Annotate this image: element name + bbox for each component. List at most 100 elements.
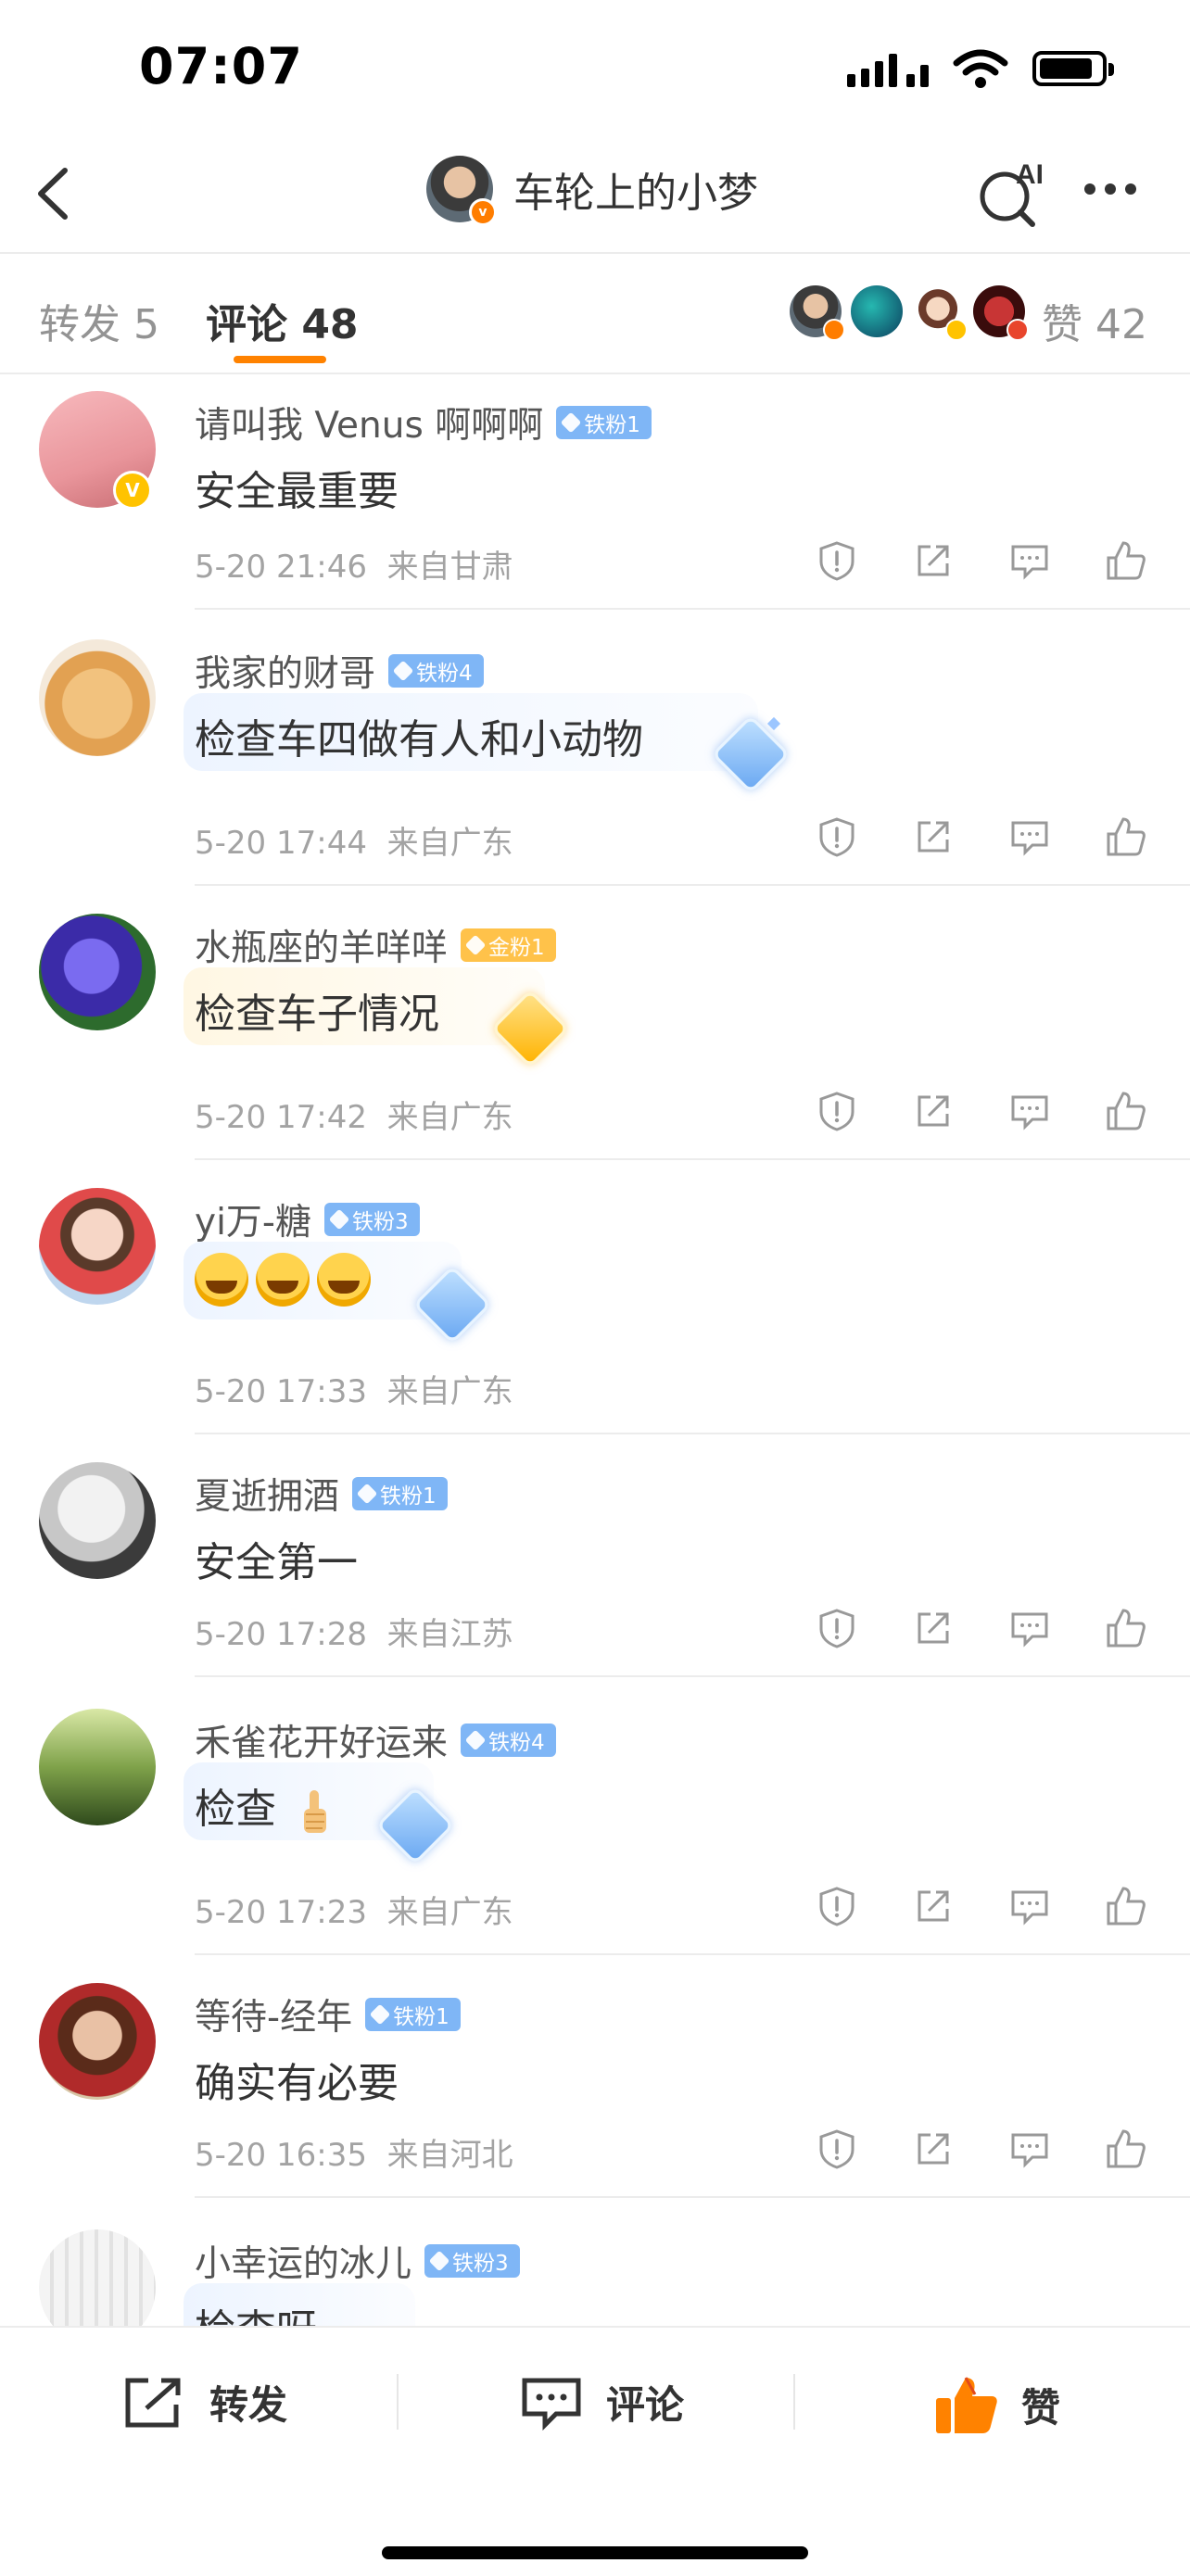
repost-icon: [125, 2378, 181, 2427]
share-icon[interactable]: [912, 815, 955, 858]
reply-icon[interactable]: [1008, 1607, 1051, 1649]
comment-time: 5-20 17:23: [195, 1894, 367, 1931]
separator: [793, 2374, 795, 2430]
comment-username[interactable]: 请叫我 Venus 啊啊啊: [195, 397, 543, 448]
report-icon[interactable]: [816, 1090, 858, 1132]
comment-username[interactable]: 等待-经年: [195, 1989, 352, 2040]
laughing-tears-icon: [256, 1253, 310, 1307]
comment-text: 检查车子情况: [195, 991, 439, 1038]
bottom-action-bar: 转发 评论 赞: [0, 2326, 1190, 2576]
avatar[interactable]: [39, 1462, 156, 1579]
fan-badge: 铁粉1: [352, 1477, 448, 1510]
ai-search-icon[interactable]: AI: [975, 156, 1049, 230]
share-icon[interactable]: [912, 2128, 955, 2170]
diamond-icon: [392, 660, 414, 682]
liker-avatar: [973, 285, 1029, 341]
comment-username[interactable]: 小幸运的冰儿: [195, 2235, 411, 2287]
cellular-signal-icon: [847, 50, 929, 87]
divider: [195, 1675, 1190, 1677]
back-icon[interactable]: [28, 161, 83, 226]
comment-button[interactable]: 评论: [519, 2374, 684, 2431]
fan-badge-label: 铁粉3: [452, 2252, 509, 2276]
laughing-tears-icon: [195, 1253, 248, 1307]
like-icon[interactable]: [1105, 1090, 1147, 1132]
reply-icon[interactable]: [1008, 539, 1051, 582]
comment-username[interactable]: 禾雀花开好运来: [195, 1714, 448, 1766]
fan-badge-label: 铁粉4: [488, 1731, 545, 1755]
report-icon[interactable]: [816, 2128, 858, 2170]
liker-avatars[interactable]: [790, 285, 1029, 341]
reply-icon[interactable]: [1008, 1885, 1051, 1927]
home-indicator: [382, 2546, 808, 2559]
fan-badge: 金粉1: [461, 928, 556, 962]
report-icon[interactable]: [816, 1607, 858, 1649]
share-icon[interactable]: [912, 1885, 955, 1927]
comment-text: 安全第一: [195, 1539, 358, 1586]
separator: [397, 2374, 399, 2430]
ai-label: AI: [1016, 159, 1044, 190]
like-icon[interactable]: [1105, 1607, 1147, 1649]
report-icon[interactable]: [816, 539, 858, 582]
post-author[interactable]: v 车轮上的小梦: [426, 156, 758, 226]
tab-repost[interactable]: 转发 5: [39, 291, 159, 350]
tab-comment[interactable]: 评论 48: [206, 291, 359, 350]
tab-like[interactable]: 赞 42: [1042, 291, 1147, 350]
comment-time: 5-20 17:42: [195, 1099, 367, 1136]
reply-icon[interactable]: [1008, 2128, 1051, 2170]
like-label: 赞: [1021, 2384, 1061, 2431]
like-icon[interactable]: [1105, 815, 1147, 858]
comment-text: 检查: [195, 1786, 276, 1833]
avatar[interactable]: [39, 914, 156, 1030]
active-tab-indicator: [234, 356, 326, 363]
share-icon[interactable]: [912, 1607, 955, 1649]
share-icon[interactable]: [912, 539, 955, 582]
repost-label: 转发: [209, 2382, 288, 2428]
comment-actions: [816, 2128, 1147, 2170]
comment-time: 5-20 17:28: [195, 1616, 367, 1653]
report-icon[interactable]: [816, 815, 858, 858]
comment-label: 评论: [606, 2382, 685, 2428]
status-time: 07:07: [139, 37, 303, 95]
divider: [195, 1433, 1190, 1434]
nav-bar: v 车轮上的小梦 AI: [0, 139, 1190, 254]
report-icon[interactable]: [816, 1885, 858, 1927]
comment-actions: [816, 539, 1147, 582]
comment-actions: [816, 1607, 1147, 1649]
divider: [195, 1953, 1190, 1955]
comment-username[interactable]: yi万-糖: [195, 1193, 311, 1245]
divider: [195, 1158, 1190, 1160]
like-icon[interactable]: [1105, 539, 1147, 582]
battery-level: [1040, 58, 1092, 79]
fan-badge-label: 铁粉3: [352, 1210, 409, 1234]
fan-badge-label: 铁粉1: [584, 413, 640, 437]
author-avatar[interactable]: v: [426, 156, 497, 226]
comment-username[interactable]: 夏逝拥酒: [195, 1468, 339, 1520]
repost-button[interactable]: 转发: [122, 2374, 287, 2431]
fan-badge-label: 铁粉1: [380, 1484, 437, 1509]
more-icon[interactable]: [1084, 183, 1136, 195]
like-button[interactable]: 赞: [934, 2374, 1060, 2435]
like-icon[interactable]: [1105, 1885, 1147, 1927]
fan-badge-label: 金粉1: [488, 936, 545, 960]
sparkle-icon: [766, 716, 781, 731]
avatar[interactable]: [39, 1983, 156, 2100]
share-icon[interactable]: [912, 1090, 955, 1132]
diamond-icon: [464, 934, 487, 956]
comment-username[interactable]: 我家的财哥: [195, 645, 375, 697]
avatar[interactable]: [39, 1188, 156, 1305]
reply-icon[interactable]: [1008, 1090, 1051, 1132]
diamond-icon: [356, 1483, 378, 1505]
avatar[interactable]: [39, 639, 156, 756]
fan-badge: 铁粉4: [461, 1724, 556, 1757]
verified-icon: V: [113, 471, 152, 510]
status-icons: [847, 48, 1114, 89]
thumbs-up-emoji-icon: [304, 1790, 326, 1833]
comment-icon: [522, 2378, 581, 2431]
like-icon[interactable]: [1105, 2128, 1147, 2170]
avatar[interactable]: [39, 1709, 156, 1825]
comment-username[interactable]: 水瓶座的羊咩咩: [195, 919, 448, 971]
author-name[interactable]: 车轮上的小梦: [513, 159, 758, 219]
comment-time: 5-20 16:35: [195, 2137, 367, 2174]
comment-location: 来自广东: [386, 1894, 513, 1931]
reply-icon[interactable]: [1008, 815, 1051, 858]
